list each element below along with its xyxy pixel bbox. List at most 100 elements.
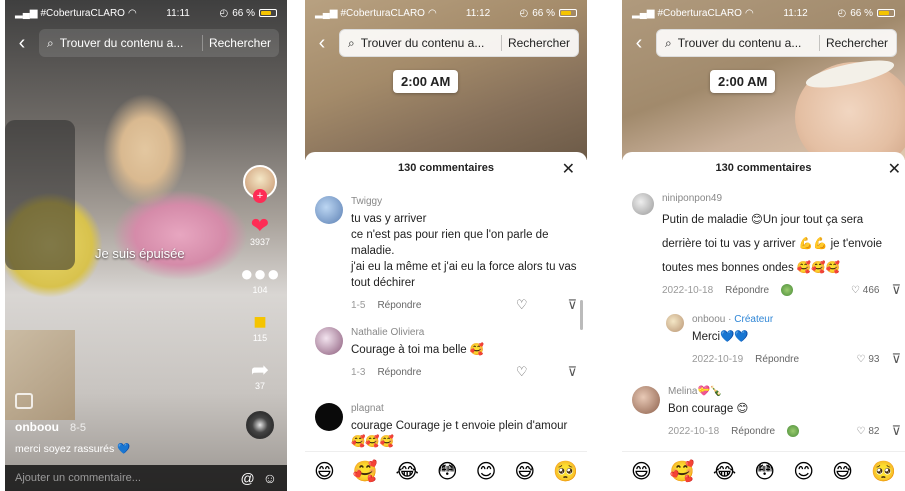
status-bar: ▂▄▆ #CoberturaCLARO ◠ 11:12 ◴ 66 % (305, 0, 587, 26)
like-count: 3937 (249, 237, 271, 247)
reply-button[interactable]: Répondre (377, 367, 421, 378)
battery-icon (558, 9, 577, 17)
comment-item: Twiggy tu vas y arriver ce n'est pas pou… (315, 196, 577, 313)
comment-item: Nathalie Oliviera Courage à toi ma belle… (315, 327, 577, 380)
commenter-avatar[interactable] (315, 403, 343, 431)
search-icon: ⌕ (47, 35, 54, 50)
comments-header: 130 commentaires ✕ (305, 152, 587, 184)
commenter-avatar[interactable] (632, 193, 654, 215)
emoji-button[interactable]: 🥰 (353, 459, 378, 484)
like-button[interactable]: ♡ 93 (856, 354, 879, 365)
video-screen: ▂▄▆ #CoberturaCLARO ◠ 11:11 ◴ 66 % ‹ ⌕ T… (5, 0, 287, 491)
reply-button[interactable]: Répondre (725, 285, 769, 296)
search-button[interactable]: Rechercher (209, 36, 271, 50)
reply-button[interactable]: Répondre (377, 300, 421, 311)
scrollbar[interactable] (580, 300, 583, 330)
comment-date: 1-5 (351, 299, 366, 311)
like-button[interactable]: ♡ 82 (856, 426, 879, 437)
emoji-button[interactable]: 😂 (396, 459, 419, 484)
comment-date: 2022-10-18 (668, 425, 720, 437)
search-box[interactable]: ⌕ Trouver du contenu a... Rechercher (339, 29, 579, 57)
emoji-button[interactable]: 😄 (314, 459, 335, 484)
like-button[interactable]: ❤ 3937 (249, 215, 271, 248)
signal-icon: ▂▄▆ (315, 7, 338, 19)
emoji-button[interactable]: 😂 (713, 459, 736, 484)
bookmark-icon: ■ (253, 309, 267, 334)
signal-icon: ▂▄▆ (15, 7, 38, 19)
video-info: onboou 8-5 merci soyez rassurés 💙 (15, 420, 130, 455)
music-disc-icon[interactable] (246, 411, 274, 439)
emoji-button[interactable]: 😊 (793, 459, 814, 484)
heart-icon[interactable]: ♡ (516, 364, 528, 380)
share-arrow-icon: ➦ (250, 357, 270, 382)
search-box[interactable]: ⌕ Trouver du contenu a... Rechercher (656, 29, 897, 57)
save-button[interactable]: ■ 115 (252, 309, 268, 344)
commenter-name[interactable]: plagnat (351, 403, 577, 414)
comments-header: 130 commentaires ✕ (622, 152, 905, 184)
add-comment-bar[interactable]: Ajouter un commentaire... @ ☺ (5, 465, 287, 491)
commenter-name[interactable]: Melina💝🍾 (668, 386, 901, 397)
emoji-button[interactable]: 😅 (514, 459, 535, 484)
emoji-button[interactable]: 🥺 (871, 459, 896, 484)
like-button[interactable]: ♡ 466 (851, 285, 880, 296)
battery-percent: 66 % (532, 7, 555, 19)
search-button[interactable]: Rechercher (508, 36, 570, 50)
commenter-avatar[interactable] (315, 196, 343, 224)
quick-emoji-bar: 😄 🥰 😂 😳 😊 😅 🥺 (622, 451, 905, 491)
comment-count: 104 (252, 285, 268, 295)
search-placeholder: Trouver du contenu a... (677, 36, 802, 50)
comments-screen: ▂▄▆ #CoberturaCLARO ◠ 11:12 ◴ 66 % ‹ ⌕ T… (622, 0, 905, 491)
comment-button[interactable]: ●●● 104 (240, 263, 280, 296)
carrier-label: #CoberturaCLARO (657, 7, 742, 19)
thumbs-down-icon[interactable]: ⊽ (891, 282, 901, 298)
collection-icon[interactable] (15, 393, 33, 409)
search-placeholder: Trouver du contenu a... (360, 36, 485, 50)
time-sticker: 2:00 AM (710, 70, 776, 93)
commenter-avatar[interactable] (315, 327, 343, 355)
battery-percent: 66 % (232, 7, 255, 19)
thumbs-down-icon[interactable]: ⊽ (891, 351, 901, 367)
reply-button[interactable]: Répondre (755, 354, 799, 365)
back-chevron-icon[interactable]: ‹ (313, 32, 331, 55)
creator-liked-icon (781, 284, 794, 296)
emoji-button[interactable]: 😳 (437, 459, 458, 484)
reply-button[interactable]: Répondre (731, 426, 775, 437)
video-description: merci soyez rassurés 💙 (15, 443, 131, 455)
close-icon[interactable]: ✕ (888, 159, 901, 179)
emoji-button[interactable]: 😅 (832, 459, 853, 484)
creator-handle[interactable]: onboou (15, 420, 59, 434)
thumbs-down-icon[interactable]: ⊽ (567, 297, 577, 313)
thumbs-down-icon[interactable]: ⊽ (891, 423, 901, 439)
creator-avatar[interactable]: + (243, 165, 277, 203)
emoji-button[interactable]: 😄 (631, 459, 652, 484)
search-box[interactable]: ⌕ Trouver du contenu a... Rechercher (39, 29, 279, 57)
top-bar: ‹ ⌕ Trouver du contenu a... Rechercher (622, 28, 905, 58)
heart-icon[interactable]: ♡ (516, 297, 528, 313)
like-count: 466 (862, 284, 880, 296)
comment-text: tu vas y arriver ce n'est pas pour rien … (351, 213, 577, 289)
at-icon[interactable]: @ (240, 470, 254, 486)
commenter-avatar[interactable] (666, 314, 684, 332)
emoji-button[interactable]: 🥺 (553, 459, 578, 484)
emoji-button[interactable]: 😊 (476, 459, 497, 484)
back-chevron-icon[interactable]: ‹ (13, 32, 31, 55)
add-comment-input[interactable]: Ajouter un commentaire... (15, 472, 232, 484)
comment-text: Putin de maladie 😊Un jour tout ça sera d… (662, 214, 883, 274)
close-icon[interactable]: ✕ (562, 159, 575, 179)
save-count: 115 (252, 333, 268, 343)
commenter-name[interactable]: Twiggy (351, 196, 577, 207)
clock: 11:12 (465, 7, 491, 19)
smiley-icon[interactable]: ☺ (263, 470, 277, 486)
follow-plus-icon[interactable]: + (253, 189, 267, 203)
back-chevron-icon[interactable]: ‹ (630, 32, 648, 55)
share-button[interactable]: ➦ 37 (250, 357, 270, 392)
commenter-name[interactable]: onboou (692, 314, 725, 325)
commenter-name[interactable]: Nathalie Oliviera (351, 327, 577, 338)
commenter-name[interactable]: niniponpon49 (662, 193, 901, 204)
emoji-button[interactable]: 😳 (754, 459, 775, 484)
emoji-button[interactable]: 🥰 (670, 459, 695, 484)
commenter-avatar[interactable] (632, 386, 660, 414)
thumbs-down-icon[interactable]: ⊽ (567, 364, 577, 380)
battery-icon (258, 9, 277, 17)
search-button[interactable]: Rechercher (826, 36, 888, 50)
